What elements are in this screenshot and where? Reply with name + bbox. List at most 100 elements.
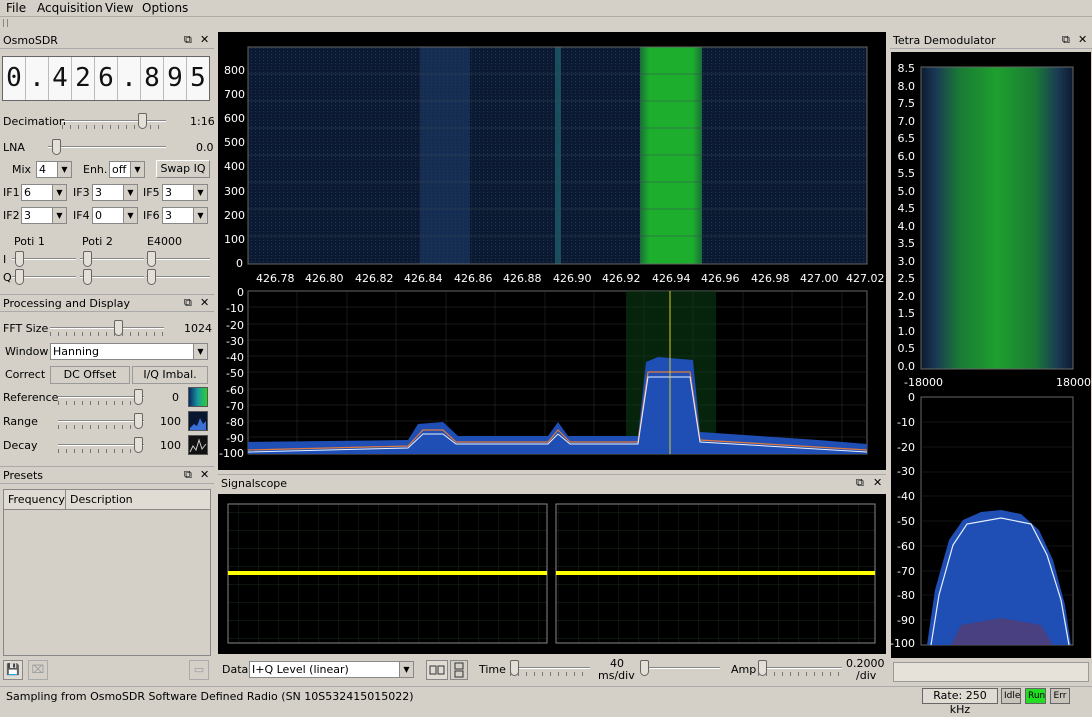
iq-imbalance-button[interactable]: I/Q Imbal.: [132, 366, 208, 384]
tetra-y-axis: 8.5 8.0 7.5 7.0 6.5 6.0 5.5 5.0 4.5 4.0 …: [891, 62, 919, 378]
time-slider[interactable]: [510, 660, 590, 676]
delete-preset-icon[interactable]: ⌧: [28, 660, 48, 680]
correct-label: Correct: [5, 368, 46, 381]
float-icon[interactable]: ⧉: [184, 468, 192, 482]
wf-y-tick: 500: [224, 136, 245, 149]
mix-select[interactable]: 4 ▼: [36, 161, 72, 178]
poti1-q-slider[interactable]: [12, 269, 76, 285]
tetra-y-tick: 8.0: [897, 79, 916, 93]
spec-y-tick: -100: [219, 447, 244, 460]
tetra-waterfall[interactable]: [891, 52, 1091, 390]
window-label: Window: [5, 345, 49, 358]
column-header-frequency[interactable]: Frequency: [4, 490, 66, 510]
save-icon[interactable]: 💾: [3, 660, 23, 680]
signalscope-display[interactable]: [218, 494, 886, 654]
float-icon[interactable]: ⧉: [1062, 33, 1070, 47]
waterfall-signal-band: [420, 47, 470, 264]
swap-iq-button[interactable]: Swap IQ: [156, 160, 210, 178]
range-slider[interactable]: [58, 413, 144, 429]
tetra-x-min: -18000: [904, 376, 943, 389]
freq-digit[interactable]: 8: [141, 57, 164, 100]
if6-select[interactable]: 3 ▼: [162, 207, 208, 224]
if1-select[interactable]: 6 ▼: [21, 184, 67, 201]
close-icon[interactable]: ✕: [200, 296, 209, 309]
decimation-slider[interactable]: [62, 113, 166, 129]
close-icon[interactable]: ✕: [200, 33, 209, 46]
chevron-down-icon: ▼: [123, 185, 137, 200]
tetra-spec-y-tick: -50: [897, 515, 915, 528]
wf-y-tick: 0: [236, 257, 243, 270]
tetra-y-tick: 5.0: [897, 184, 916, 198]
chevron-down-icon: ▼: [130, 162, 144, 177]
split-horizontal-icon[interactable]: [426, 660, 448, 680]
dc-offset-button[interactable]: DC Offset: [50, 366, 130, 384]
wf-x-tick: 426.84: [404, 272, 443, 285]
fft-size-slider[interactable]: [50, 320, 164, 336]
freq-digit[interactable]: 4: [49, 57, 72, 100]
persistence-icon[interactable]: [188, 435, 208, 455]
menu-file[interactable]: File: [6, 1, 26, 15]
open-icon[interactable]: ▭: [189, 660, 209, 680]
split-vertical-icon[interactable]: [450, 660, 468, 680]
window-select[interactable]: Hanning ▼: [50, 343, 208, 360]
if4-select[interactable]: 0 ▼: [92, 207, 138, 224]
tetra-output-field[interactable]: [893, 662, 1089, 682]
slider-thumb[interactable]: [114, 320, 123, 336]
freq-digit[interactable]: 6: [95, 57, 118, 100]
tetra-y-tick: 4.5: [897, 202, 916, 215]
toolbar-grip[interactable]: [3, 19, 8, 27]
poti1-i-slider[interactable]: [12, 251, 76, 267]
freq-digit[interactable]: 5: [187, 57, 209, 100]
tetra-y-tick: 2.0: [897, 289, 916, 303]
if5-select[interactable]: 3 ▼: [162, 184, 208, 201]
tetra-waterfall-area[interactable]: [920, 66, 1074, 370]
presets-table[interactable]: Frequency Description: [3, 489, 211, 656]
float-icon[interactable]: ⧉: [856, 476, 864, 490]
decimation-label: Decimation: [3, 115, 66, 128]
menu-acquisition[interactable]: Acquisition: [37, 1, 103, 15]
column-header-description[interactable]: Description: [66, 490, 210, 510]
close-icon[interactable]: ✕: [1078, 33, 1087, 46]
spectrum-colormap-icon[interactable]: [188, 411, 208, 431]
time-unit: ms/div: [598, 669, 635, 682]
decay-slider[interactable]: [58, 437, 144, 453]
e4000-i-slider[interactable]: [146, 251, 210, 267]
tetra-y-tick: 7.0: [897, 114, 916, 128]
tetra-spectrum[interactable]: [891, 390, 1091, 658]
reference-label: Reference: [3, 391, 59, 404]
freq-digit[interactable]: 2: [72, 57, 95, 100]
lna-slider[interactable]: [48, 139, 166, 155]
osmosdr-title: OsmoSDR: [3, 34, 58, 47]
poti2-q-slider[interactable]: [80, 269, 144, 285]
lna-value: 0.0: [196, 141, 214, 154]
wf-x-axis: 426.78 426.80 426.82 426.84 426.86 426.8…: [218, 272, 886, 286]
waterfall-colormap-icon[interactable]: [188, 387, 208, 407]
amp-slider[interactable]: [758, 660, 842, 676]
if2-label: IF2: [3, 209, 20, 222]
float-icon[interactable]: ⧉: [184, 296, 192, 310]
close-icon[interactable]: ✕: [200, 468, 209, 481]
poti2-i-slider[interactable]: [80, 251, 144, 267]
rate-indicator: Rate: 250 kHz: [922, 688, 998, 716]
menu-view[interactable]: View: [105, 1, 133, 15]
freq-digit[interactable]: 9: [164, 57, 187, 100]
enh-select[interactable]: off ▼: [109, 161, 145, 178]
reference-slider[interactable]: [58, 389, 144, 405]
spec-y-tick: -90: [226, 432, 244, 445]
main-display[interactable]: [218, 32, 886, 470]
close-icon[interactable]: ✕: [873, 476, 882, 489]
if3-select[interactable]: 3 ▼: [92, 184, 138, 201]
frequency-display[interactable]: 0 . 4 2 6 . 8 9 5: [2, 56, 210, 101]
slider-thumb[interactable]: [138, 113, 147, 129]
wf-x-tick: 426.94: [652, 272, 691, 285]
float-icon[interactable]: ⧉: [184, 33, 192, 47]
signalscope-title: Signalscope: [221, 477, 288, 490]
wf-y-tick: 100: [224, 233, 245, 246]
if2-select[interactable]: 3 ▼: [21, 207, 67, 224]
time-offset-slider[interactable]: [640, 660, 720, 676]
slider-thumb[interactable]: [52, 139, 61, 155]
freq-digit[interactable]: 0: [3, 57, 26, 100]
e4000-q-slider[interactable]: [146, 269, 210, 285]
data-select[interactable]: I+Q Level (linear) ▼: [249, 661, 414, 678]
menu-options[interactable]: Options: [142, 1, 188, 15]
